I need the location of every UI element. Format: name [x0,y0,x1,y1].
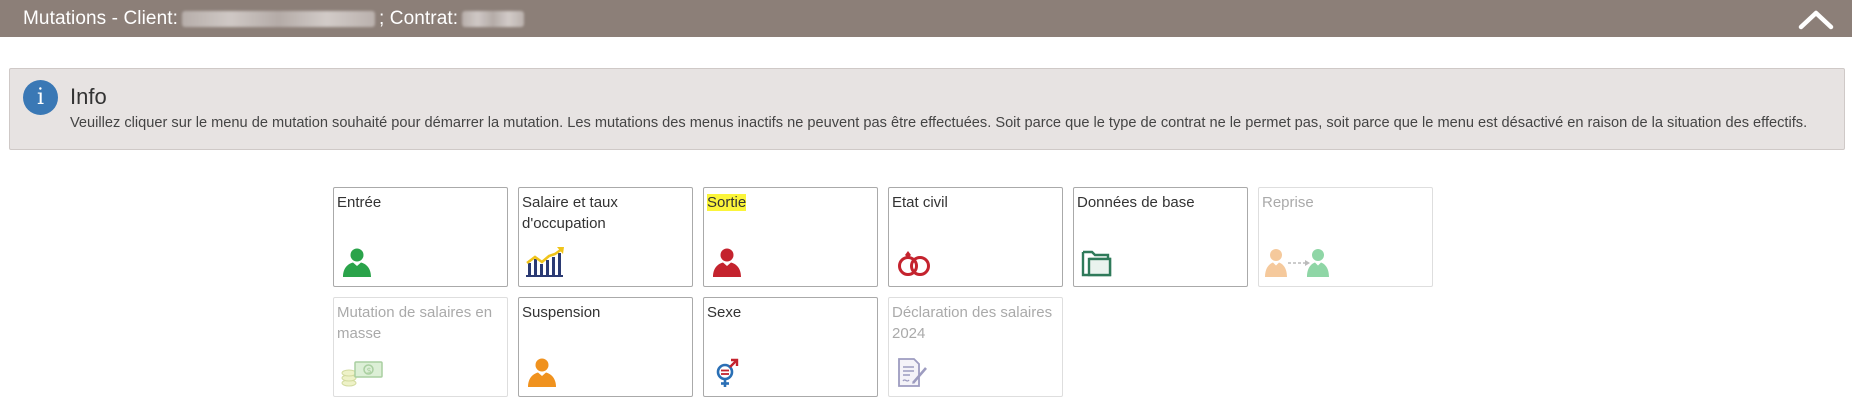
tile-sexe[interactable]: Sexe [703,297,878,397]
tile-label: Mutation de salaires en masse [337,304,493,342]
tile-label: Sexe [707,304,742,321]
info-panel: i Info Veuillez cliquer sur le menu de m… [9,68,1845,150]
transfer-persons-icon [1265,249,1329,277]
chevron-up-icon [1798,10,1834,30]
person-red-icon [713,248,741,277]
tile-donnees-de-base[interactable]: Données de base [1073,187,1248,287]
tile-label: Entrée [337,194,382,211]
tile-label: Reprise [1262,194,1314,211]
tile-reprise: Reprise [1258,187,1433,287]
folder-icon [1081,250,1112,277]
header-title-contract: ; Contrat: [379,7,459,29]
tile-sortie[interactable]: Sortie [703,187,878,287]
header-bar: Mutations - Client: ; Contrat: [0,0,1852,37]
money-stack-icon: $ [341,361,383,387]
rings-icon [898,251,930,276]
tile-etat-civil[interactable]: Etat civil [888,187,1063,287]
tile-mutation-salaires-masse: Mutation de salaires en masse $ [333,297,508,397]
tile-label: Salaire et taux d'occupation [522,194,618,232]
tile-salaire[interactable]: Salaire et taux d'occupation [518,187,693,287]
tile-declaration-salaires: Déclaration des salaires 2024 [888,297,1063,397]
info-text: Veuillez cliquer sur le menu de mutation… [70,115,1808,131]
gender-icon [716,358,739,387]
info-title: Info [70,84,107,109]
tile-entree[interactable]: Entrée [333,187,508,287]
mutation-menu-grid: Entrée Salaire et taux d'occupation Sort… [333,187,1433,397]
tile-label: Suspension [522,304,601,321]
tile-label-highlighted: Sortie [707,192,871,213]
header-title: Mutations - Client: ; Contrat: [23,8,528,30]
collapse-button[interactable] [1794,3,1838,35]
document-sign-icon [898,358,927,387]
salary-chart-icon [526,247,564,277]
redacted-client-name [182,10,376,27]
info-icon: i [23,80,58,115]
tile-label: Etat civil [892,194,948,211]
person-orange-icon [528,358,556,387]
tile-label: Déclaration des salaires 2024 [892,304,1053,342]
tile-label-text: Sortie [707,194,747,211]
tile-suspension[interactable]: Suspension [518,297,693,397]
svg-text:$: $ [367,366,372,375]
person-green-icon [343,248,371,277]
header-title-prefix: Mutations - Client: [23,7,179,29]
tile-label: Données de base [1077,194,1195,211]
redacted-contract-number [462,10,525,27]
